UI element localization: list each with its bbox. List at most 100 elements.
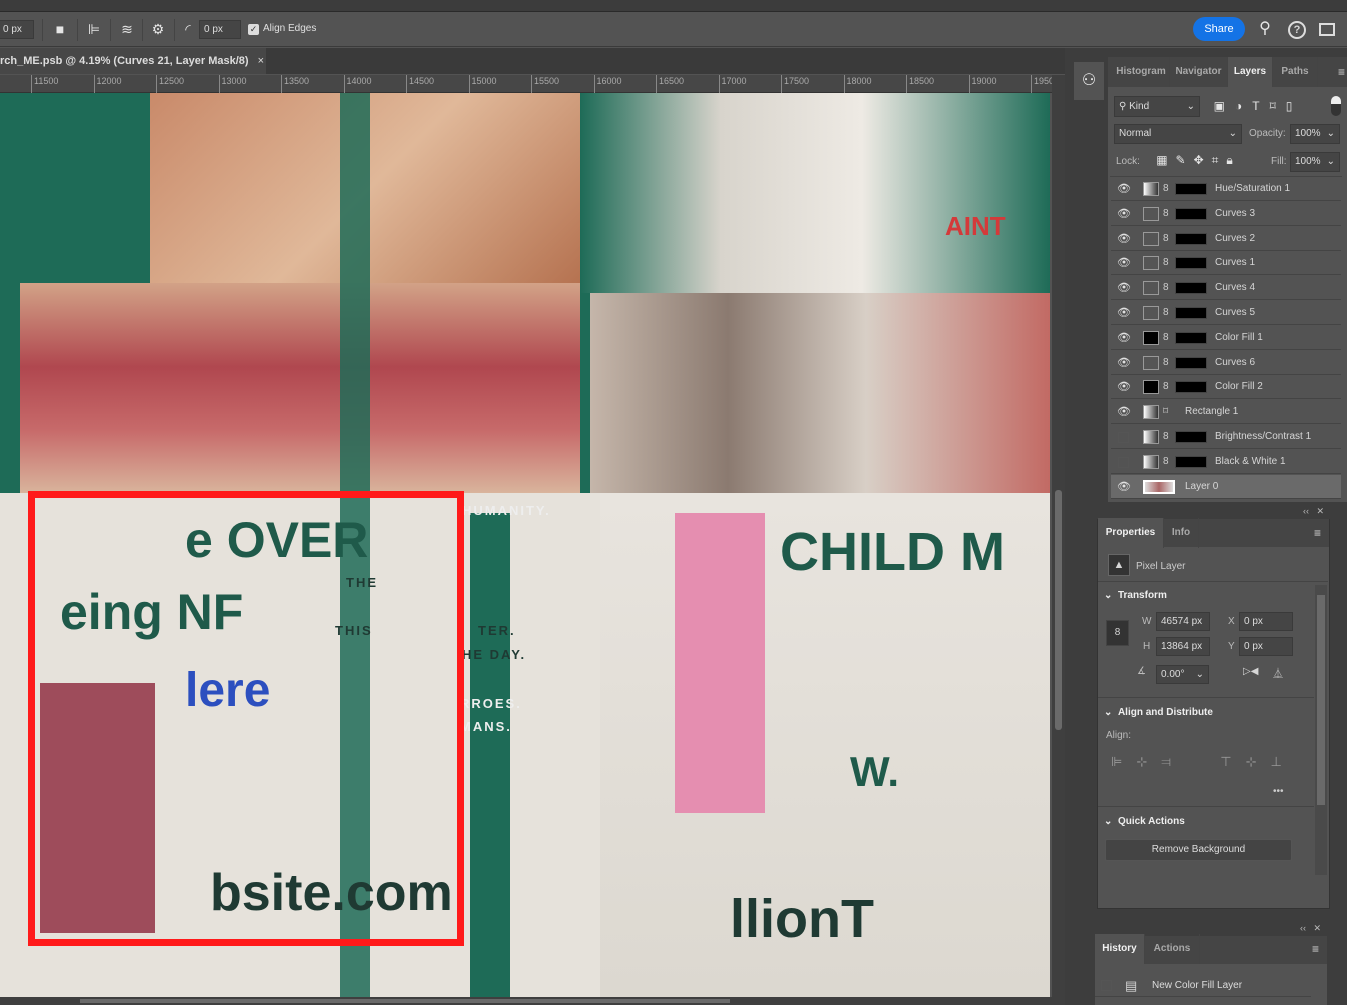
link-icon: 8 [1163, 207, 1169, 219]
eye-icon[interactable]: 👁︎ [1117, 177, 1131, 201]
visibility-toggle[interactable] [1118, 432, 1129, 443]
layer-row[interactable]: 8 Brightness/Contrast 1 [1111, 425, 1341, 449]
tab-info[interactable]: Info [1164, 518, 1199, 548]
eye-icon[interactable]: 👁︎ [1117, 227, 1131, 251]
align-edges-checkbox[interactable]: ✓ [248, 24, 259, 35]
panel-menu-icon[interactable]: ≡ [1314, 526, 1321, 540]
ruler-tick: 15500 [531, 75, 559, 93]
width-field[interactable]: 46574 px [1156, 612, 1210, 631]
history-state-icon: ▤ [1125, 978, 1138, 993]
flip-horizontal-icon[interactable]: ▷◀ [1243, 666, 1258, 677]
layer-row[interactable]: 👁︎ 8 Curves 1 [1111, 251, 1341, 276]
angle-field[interactable]: 0.00° ⌄ [1156, 665, 1209, 684]
vertical-scrollbar[interactable] [1052, 75, 1065, 997]
eye-icon[interactable]: 👁︎ [1117, 326, 1131, 350]
tab-actions[interactable]: Actions [1145, 934, 1200, 964]
search-icon[interactable]: ⚲ [1255, 19, 1275, 39]
workspace-icon[interactable] [1319, 23, 1335, 36]
layer-filter-icons[interactable]: ▣◑T⌑▯ [1208, 96, 1308, 116]
clone-source-icon[interactable]: ⚇ [1074, 62, 1104, 100]
x-field[interactable]: 0 px [1239, 612, 1293, 631]
canvas[interactable]: e OVER eing NF lere bsite.com HUMANITY. … [0, 93, 1050, 997]
tab-navigator[interactable]: Navigator [1170, 57, 1228, 87]
layer-row[interactable]: 8 Black & White 1 [1111, 450, 1341, 474]
ruler-tick: 17000 [718, 75, 747, 93]
fill-color-icon[interactable]: ■ [50, 19, 70, 39]
eye-icon[interactable]: 👁︎ [1117, 475, 1131, 499]
eye-icon[interactable]: 👁︎ [1117, 400, 1131, 424]
eye-icon[interactable]: 👁︎ [1117, 351, 1131, 375]
fill-field[interactable]: 100% ⌄ [1290, 152, 1340, 172]
share-button[interactable]: Share [1193, 17, 1245, 41]
lock-icons[interactable]: ▦✎✥⌗🔒︎ [1146, 150, 1251, 170]
layer-row[interactable]: 👁︎ Layer 0 [1111, 474, 1341, 499]
link-icon: 8 [1163, 232, 1169, 244]
close-tab-icon[interactable]: × [258, 55, 264, 67]
remove-background-button[interactable]: Remove Background [1105, 839, 1292, 861]
layer-row[interactable]: 👁︎ 8 Curves 4 [1111, 276, 1341, 301]
radius-field[interactable]: 0 px [199, 20, 241, 39]
ruler-tick: 18500 [906, 75, 934, 93]
layer-filter-kind[interactable]: ⚲ Kind ⌄ [1114, 96, 1200, 117]
layer-row[interactable]: 👁︎ 8 Color Fill 1 [1111, 326, 1341, 350]
align-buttons[interactable]: ⊫⊹⫤ ⊤⊹⊥ [1111, 754, 1296, 770]
flip-vertical-icon[interactable]: ⏅ [1273, 665, 1283, 680]
link-dimensions-icon[interactable]: 8 [1106, 620, 1129, 646]
tab-history[interactable]: History [1095, 934, 1145, 964]
tab-properties[interactable]: Properties [1098, 518, 1164, 548]
opacity-field[interactable]: 100% ⌄ [1290, 124, 1340, 144]
eye-icon[interactable]: 👁︎ [1117, 276, 1131, 300]
layer-mask-thumbnail [1175, 183, 1207, 195]
properties-scrollbar[interactable] [1315, 585, 1327, 875]
adjustment-icon [1143, 454, 1159, 469]
ruler-tick: 13500 [281, 75, 309, 93]
y-field[interactable]: 0 px [1239, 637, 1293, 656]
layer-mask-thumbnail [1175, 431, 1207, 443]
blend-mode-select[interactable]: Normal ⌄ [1114, 124, 1242, 144]
path-arrangement-icon[interactable]: ≋ [116, 19, 138, 39]
eye-icon[interactable]: 👁︎ [1117, 375, 1131, 399]
panel-menu-icon[interactable]: ≡ [1312, 942, 1319, 956]
layer-row[interactable]: 👁︎ 8 Curves 5 [1111, 301, 1341, 325]
layer-mask-thumbnail [1175, 307, 1207, 319]
curves-icon [1143, 355, 1159, 370]
layer-row[interactable]: 👁︎ 8 Curves 6 [1111, 351, 1341, 375]
link-icon: 8 [1163, 431, 1169, 442]
layer-name: Black & White 1 [1215, 455, 1286, 467]
gear-icon[interactable]: ⚙ [148, 19, 168, 39]
layer-row[interactable]: 👁︎ 8 Curves 2 [1111, 227, 1341, 251]
document-tab[interactable]: rch_ME.psb @ 4.19% (Curves 21, Layer Mas… [0, 48, 266, 74]
pixel-layer-icon: ▲ [1108, 554, 1130, 576]
layer-row[interactable]: 👁︎ ⌑ Rectangle 1 [1111, 400, 1341, 425]
height-field[interactable]: 13864 px [1156, 637, 1210, 656]
tab-histogram[interactable]: Histogram [1113, 57, 1170, 87]
help-icon[interactable]: ? [1288, 21, 1306, 39]
eye-icon[interactable]: 👁︎ [1117, 251, 1131, 275]
options-bar: 0 px ■ ⊫ ≋ ⚙ ◜ 0 px ✓ Align Edges [0, 12, 1347, 47]
layer-row[interactable]: 👁︎ 8 Hue/Saturation 1 [1111, 177, 1341, 201]
layer-name: Curves 2 [1215, 232, 1256, 244]
quick-actions-section[interactable]: ⌄ Quick Actions [1104, 816, 1185, 827]
curves-icon [1143, 256, 1159, 271]
layer-name: Curves 5 [1215, 307, 1256, 318]
align-section[interactable]: ⌄ Align and Distribute [1104, 707, 1213, 718]
width-field[interactable]: 0 px [0, 20, 34, 39]
eye-icon[interactable]: 👁︎ [1117, 301, 1131, 325]
layer-mask-thumbnail [1175, 207, 1207, 220]
path-alignment-icon[interactable]: ⊫ [84, 19, 104, 39]
filter-toggle[interactable] [1331, 96, 1341, 116]
horizontal-scrollbar[interactable] [0, 997, 1065, 1005]
panel-menu-icon[interactable]: ≡ [1338, 65, 1345, 79]
blend-mode-value: Normal [1119, 128, 1152, 139]
more-options[interactable]: ••• [1273, 786, 1284, 797]
tab-layers[interactable]: Layers [1228, 57, 1273, 87]
tab-paths[interactable]: Paths [1273, 57, 1318, 87]
eye-icon[interactable]: 👁︎ [1117, 202, 1131, 226]
history-item[interactable]: ▤ New Color Fill Layer [1095, 975, 1311, 997]
link-icon: 8 [1163, 455, 1169, 467]
layer-thumbnail [1143, 479, 1175, 494]
visibility-toggle[interactable] [1118, 456, 1129, 468]
transform-section[interactable]: ⌄ Transform [1104, 590, 1167, 601]
layer-row[interactable]: 👁︎ 8 Curves 3 [1111, 202, 1341, 226]
layer-row[interactable]: 👁︎ 8 Color Fill 2 [1111, 375, 1341, 400]
